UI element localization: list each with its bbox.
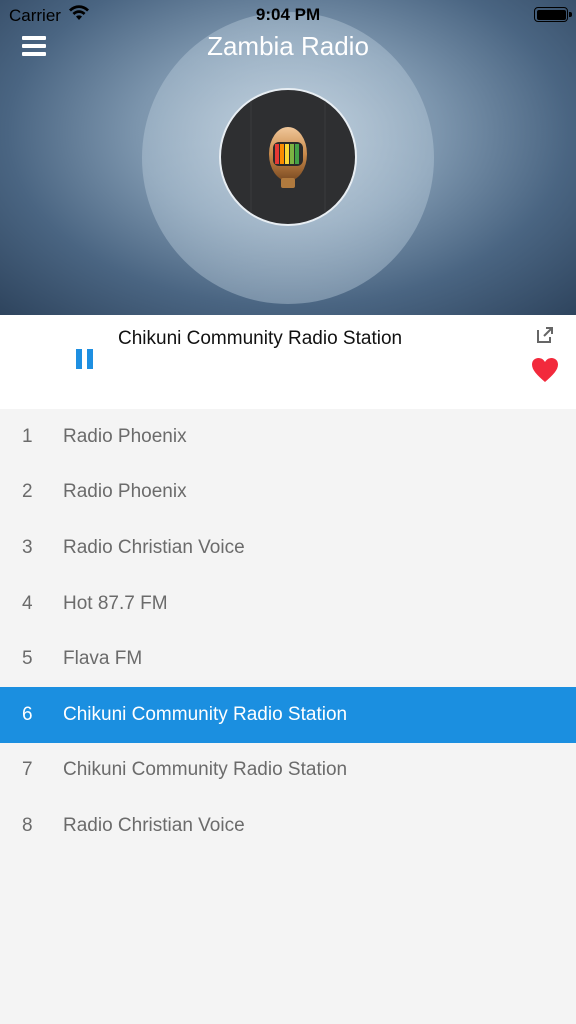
- station-number: 5: [22, 648, 33, 670]
- station-name: Radio Christian Voice: [63, 536, 245, 558]
- station-row[interactable]: 3 Radio Christian Voice: [0, 520, 576, 576]
- station-name: Radio Phoenix: [63, 425, 187, 447]
- station-row[interactable]: 1 Radio Phoenix: [0, 409, 576, 465]
- station-number: 1: [22, 425, 33, 447]
- pause-button[interactable]: [75, 349, 95, 369]
- status-bar: Carrier 9:04 PM: [0, 0, 576, 30]
- station-number: 6: [22, 703, 33, 725]
- station-number: 2: [22, 481, 33, 503]
- app-title: Zambia Radio: [207, 31, 369, 61]
- status-time: 9:04 PM: [255, 5, 321, 24]
- hero-banner: Carrier 9:04 PM Zambia Radio: [0, 0, 576, 315]
- station-logo: [219, 88, 357, 226]
- now-playing-bar: Chikuni Community Radio Station: [0, 315, 576, 409]
- station-number: 7: [22, 759, 33, 781]
- station-name: Chikuni Community Radio Station: [63, 703, 348, 725]
- station-row[interactable]: 8 Radio Christian Voice: [0, 798, 576, 854]
- station-name: Radio Christian Voice: [63, 814, 245, 836]
- now-playing-title: Chikuni Community Radio Station: [118, 328, 403, 349]
- station-number: 3: [22, 536, 33, 558]
- station-row[interactable]: 7 Chikuni Community Radio Station: [0, 743, 576, 799]
- station-name: Radio Phoenix: [63, 481, 187, 503]
- station-row[interactable]: 2 Radio Phoenix: [0, 465, 576, 521]
- station-row[interactable]: 6 Chikuni Community Radio Station: [0, 686, 576, 743]
- heart-icon[interactable]: [531, 357, 559, 383]
- station-number: 4: [22, 592, 33, 614]
- station-row[interactable]: 5 Flava FM: [0, 631, 576, 687]
- station-name: Flava FM: [63, 648, 143, 670]
- station-name: Chikuni Community Radio Station: [63, 759, 348, 781]
- robot-helmet-icon: [250, 90, 326, 224]
- share-icon[interactable]: [535, 325, 555, 345]
- station-list: 1 Radio Phoenix 2 Radio Phoenix 3 Radio Chris…: [0, 409, 576, 854]
- station-row[interactable]: 4 Hot 87.7 FM: [0, 576, 576, 632]
- station-number: 8: [22, 814, 33, 836]
- battery-icon: [534, 7, 572, 22]
- station-name: Hot 87.7 FM: [63, 592, 168, 614]
